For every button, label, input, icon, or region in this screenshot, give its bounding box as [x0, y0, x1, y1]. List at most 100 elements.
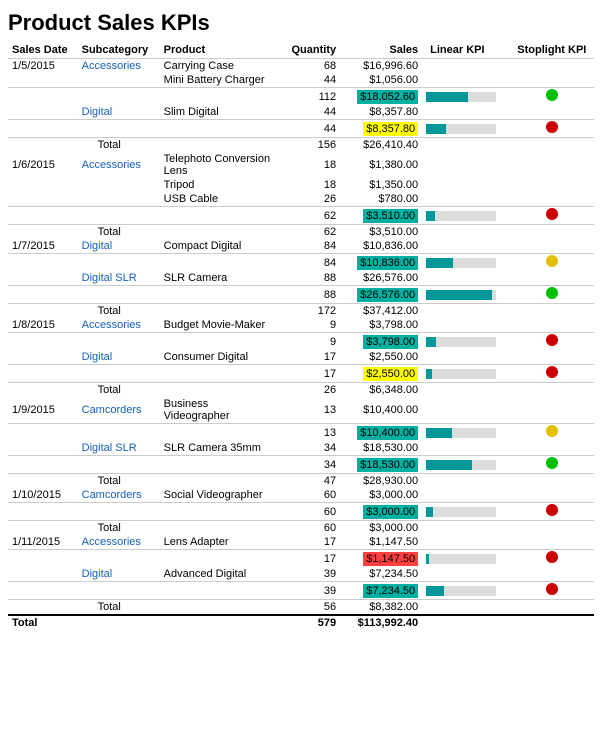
total-linear-kpi [422, 383, 510, 398]
subtotal-product [160, 424, 280, 442]
cell-subcategory: Accessories [78, 152, 160, 178]
cell-stoplight [510, 105, 594, 120]
cell-product: Social Videographer [160, 488, 280, 503]
total-linear-kpi [422, 225, 510, 240]
subtotal-linear-kpi [422, 550, 510, 568]
subtotal-sales: $3,000.00 [340, 503, 422, 521]
cell-subcategory: Digital [78, 350, 160, 365]
table-row: 1/10/2015CamcordersSocial Videographer60… [8, 488, 594, 503]
cell-date [8, 567, 78, 582]
cell-linear-kpi [422, 318, 510, 333]
cell-product: Advanced Digital [160, 567, 280, 582]
subtotal-quantity: 62 [280, 207, 340, 225]
subtotal-product [160, 333, 280, 351]
grand-total-linear-kpi [422, 615, 510, 630]
subtotal-stoplight [510, 456, 594, 474]
total-linear-kpi [422, 521, 510, 536]
subtotal-subcategory [78, 254, 160, 272]
col-date: Sales Date [8, 42, 78, 59]
total-date [8, 521, 78, 536]
date-total-row: Total60$3,000.00 [8, 521, 594, 536]
cell-subcategory: Accessories [78, 318, 160, 333]
subtotal-date [8, 550, 78, 568]
cell-quantity: 17 [280, 350, 340, 365]
subtotal-row: 9$3,798.00 [8, 333, 594, 351]
total-label: Total [78, 304, 280, 319]
cell-linear-kpi [422, 441, 510, 456]
total-sales: $3,000.00 [340, 521, 422, 536]
cell-sales: $1,056.00 [340, 73, 422, 88]
bar-fill [426, 258, 453, 268]
subtotal-date [8, 365, 78, 383]
subtotal-linear-kpi [422, 207, 510, 225]
subtotal-sales: $18,052.60 [340, 88, 422, 106]
table-row: Mini Battery Charger44$1,056.00 [8, 73, 594, 88]
cell-product: Tripod [160, 178, 280, 192]
subtotal-subcategory [78, 424, 160, 442]
stoplight-dot [546, 366, 558, 378]
subtotal-date [8, 286, 78, 304]
stoplight-dot [546, 457, 558, 469]
bar-fill [426, 290, 492, 300]
cell-quantity: 9 [280, 318, 340, 333]
stoplight-dot [546, 334, 558, 346]
total-quantity: 62 [280, 225, 340, 240]
subtotal-linear-kpi [422, 254, 510, 272]
subtotal-quantity: 34 [280, 456, 340, 474]
subtotal-product [160, 503, 280, 521]
col-sales: Sales [340, 42, 422, 59]
bar-container [426, 460, 496, 470]
stoplight-dot [546, 255, 558, 267]
cell-sales: $1,350.00 [340, 178, 422, 192]
subtotal-sales: $3,798.00 [340, 333, 422, 351]
date-total-row: Total156$26,410.40 [8, 138, 594, 153]
cell-date [8, 441, 78, 456]
total-linear-kpi [422, 474, 510, 489]
subtotal-stoplight [510, 424, 594, 442]
subtotal-row: 60$3,000.00 [8, 503, 594, 521]
cell-date [8, 105, 78, 120]
total-label: Total [78, 474, 280, 489]
cell-product: Telephoto Conversion Lens [160, 152, 280, 178]
subtotal-linear-kpi [422, 582, 510, 600]
total-quantity: 60 [280, 521, 340, 536]
cell-linear-kpi [422, 73, 510, 88]
total-quantity: 47 [280, 474, 340, 489]
subtotal-row: 17$1,147.50 [8, 550, 594, 568]
stoplight-dot [546, 208, 558, 220]
total-label: Total [78, 138, 280, 153]
subtotal-sales: $3,510.00 [340, 207, 422, 225]
bar-fill [426, 92, 468, 102]
table-row: DigitalSlim Digital44$8,357.80 [8, 105, 594, 120]
cell-date: 1/9/2015 [8, 397, 78, 424]
cell-quantity: 84 [280, 239, 340, 254]
subtotal-sales: $10,400.00 [340, 424, 422, 442]
cell-linear-kpi [422, 271, 510, 286]
bar-fill [426, 586, 444, 596]
cell-linear-kpi [422, 567, 510, 582]
cell-sales: $7,234.50 [340, 567, 422, 582]
subtotal-row: 62$3,510.00 [8, 207, 594, 225]
subtotal-product [160, 550, 280, 568]
cell-product: SLR Camera [160, 271, 280, 286]
total-linear-kpi [422, 600, 510, 616]
subtotal-stoplight [510, 582, 594, 600]
subtotal-stoplight [510, 88, 594, 106]
subtotal-quantity: 84 [280, 254, 340, 272]
subtotal-date [8, 503, 78, 521]
subtotal-row: 84$10,836.00 [8, 254, 594, 272]
table-row: 1/11/2015AccessoriesLens Adapter17$1,147… [8, 535, 594, 550]
cell-sales: $18,530.00 [340, 441, 422, 456]
table-row: USB Cable26$780.00 [8, 192, 594, 207]
subtotal-subcategory [78, 120, 160, 138]
cell-subcategory: Camcorders [78, 397, 160, 424]
total-label: Total [78, 225, 280, 240]
cell-stoplight [510, 152, 594, 178]
subtotal-stoplight [510, 365, 594, 383]
cell-subcategory: Camcorders [78, 488, 160, 503]
bar-container [426, 586, 496, 596]
subtotal-product [160, 254, 280, 272]
cell-product: Mini Battery Charger [160, 73, 280, 88]
subtotal-date [8, 456, 78, 474]
subtotal-subcategory [78, 456, 160, 474]
